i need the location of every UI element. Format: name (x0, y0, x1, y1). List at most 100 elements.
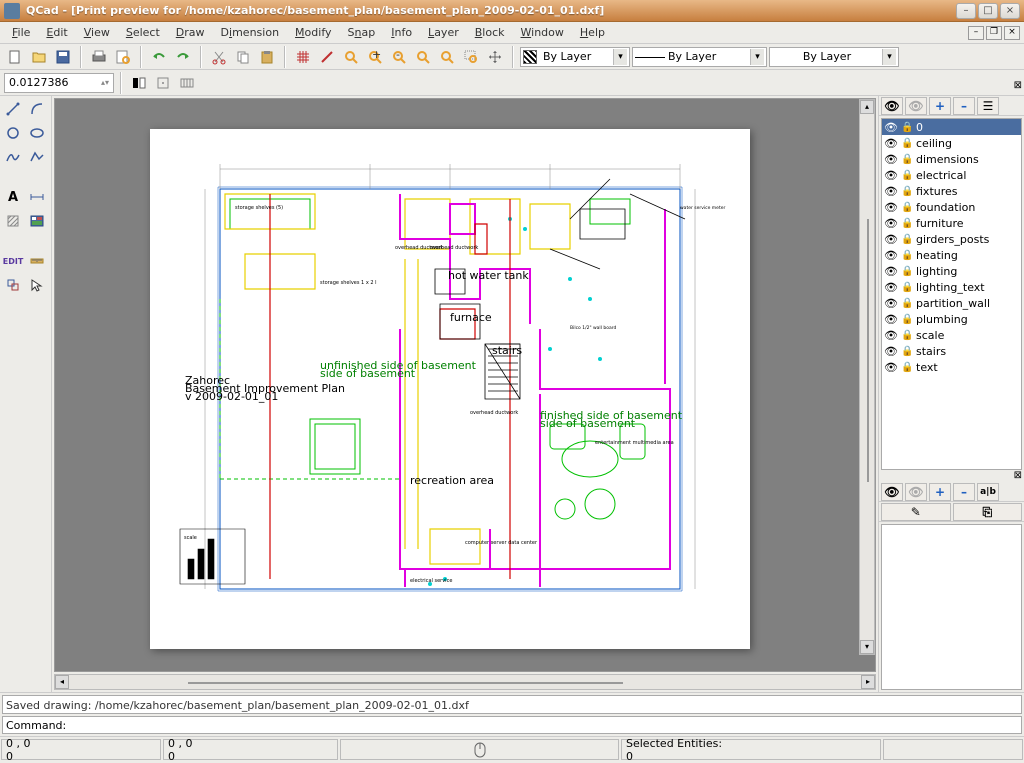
menu-modify[interactable]: Modify (287, 24, 339, 41)
open-button[interactable] (28, 46, 50, 68)
layer-item-ceiling[interactable]: 👁🔒ceiling (882, 135, 1021, 151)
linewidth-by-layer-combo[interactable]: By Layer ▾ (632, 47, 767, 67)
menu-window[interactable]: Window (513, 24, 572, 41)
redo-button[interactable] (172, 46, 194, 68)
zoom-redraw-button[interactable] (340, 46, 362, 68)
minimize-button[interactable]: – (956, 3, 976, 19)
save-button[interactable] (52, 46, 74, 68)
hatch-tool[interactable] (2, 210, 24, 232)
fit-page-button[interactable] (176, 72, 198, 94)
edit-tool[interactable]: EDIT (2, 250, 24, 272)
polyline-tool[interactable] (26, 146, 48, 168)
undo-button[interactable] (148, 46, 170, 68)
block-panel-close-icon[interactable]: ⊠ (1014, 470, 1022, 481)
layer-item-furniture[interactable]: 👁🔒furniture (882, 215, 1021, 231)
layer-panel-close-icon[interactable]: ⊠ (1014, 80, 1022, 91)
layer-item-lighting[interactable]: 👁🔒lighting (882, 263, 1021, 279)
block-edit-button[interactable]: ✎ (881, 503, 951, 521)
draft-button[interactable] (316, 46, 338, 68)
center-page-button[interactable] (152, 72, 174, 94)
menu-info[interactable]: Info (383, 24, 420, 41)
drawing-canvas[interactable]: furnace hot water tank stairs recreation… (54, 98, 876, 672)
layer-item-dimensions[interactable]: 👁🔒dimensions (882, 151, 1021, 167)
canvas-hscrollbar[interactable]: ◂ ▸ (54, 674, 876, 690)
menu-view[interactable]: View (76, 24, 118, 41)
layer-item-partition_wall[interactable]: 👁🔒partition_wall (882, 295, 1021, 311)
mdi-minimize-button[interactable]: – (968, 26, 984, 40)
print-button[interactable] (88, 46, 110, 68)
layer-remove-button[interactable]: – (953, 97, 975, 115)
menu-draw[interactable]: Draw (168, 24, 213, 41)
mdi-restore-button[interactable]: ❐ (986, 26, 1002, 40)
new-button[interactable] (4, 46, 26, 68)
bw-toggle-button[interactable] (128, 72, 150, 94)
block-remove-button[interactable]: – (953, 483, 975, 501)
block-tool[interactable] (2, 274, 24, 296)
print-preview-button[interactable] (112, 46, 134, 68)
zoom-in-button[interactable]: + (364, 46, 386, 68)
zoom-auto-button[interactable] (412, 46, 434, 68)
command-prompt-label: Command: (6, 719, 66, 732)
layer-list[interactable]: 👁🔒0 👁🔒ceiling 👁🔒dimensions 👁🔒electrical … (881, 118, 1022, 470)
mdi-close-button[interactable]: × (1004, 26, 1020, 40)
menu-layer[interactable]: Layer (420, 24, 467, 41)
layer-add-button[interactable]: + (929, 97, 951, 115)
block-hideall-button[interactable]: 👁 (905, 483, 927, 501)
paste-button[interactable] (256, 46, 278, 68)
menu-file[interactable]: File (4, 24, 38, 41)
layer-showall-button[interactable]: 👁 (881, 97, 903, 115)
block-insert-button[interactable]: ⎘ (953, 503, 1023, 521)
zoom-out-button[interactable]: - (388, 46, 410, 68)
cut-button[interactable] (208, 46, 230, 68)
layer-item-0[interactable]: 👁🔒0 (882, 119, 1021, 135)
circle-tool[interactable] (2, 122, 24, 144)
menu-dimension[interactable]: Dimension (213, 24, 288, 41)
dimension-tool[interactable] (26, 186, 48, 208)
svg-text:computer server data center: computer server data center (465, 540, 538, 546)
layer-edit-button[interactable]: ☰ (977, 97, 999, 115)
command-history: Saved drawing: /home/kzahorec/basement_p… (2, 695, 1022, 714)
layer-item-text[interactable]: 👁🔒text (882, 359, 1021, 375)
ellipse-tool[interactable] (26, 122, 48, 144)
layer-item-scale[interactable]: 👁🔒scale (882, 327, 1021, 343)
layer-hideall-button[interactable]: 👁 (905, 97, 927, 115)
command-input[interactable] (70, 719, 1018, 732)
select-tool[interactable] (26, 274, 48, 296)
text-tool[interactable]: A (2, 186, 24, 208)
menu-edit[interactable]: Edit (38, 24, 75, 41)
linetype-by-layer-combo[interactable]: By Layer ▾ (769, 47, 899, 67)
menu-snap[interactable]: Snap (340, 24, 384, 41)
block-list[interactable] (881, 524, 1022, 690)
canvas-vscrollbar[interactable]: ▴ ▾ (859, 99, 875, 655)
layer-item-electrical[interactable]: 👁🔒electrical (882, 167, 1021, 183)
close-button[interactable]: × (1000, 3, 1020, 19)
block-add-button[interactable]: + (929, 483, 951, 501)
menu-block[interactable]: Block (467, 24, 513, 41)
measure-tool[interactable] (26, 250, 48, 272)
floor-plan-drawing: furnace hot water tank stairs recreation… (170, 149, 730, 629)
menu-help[interactable]: Help (572, 24, 613, 41)
menu-select[interactable]: Select (118, 24, 168, 41)
layer-item-girders_posts[interactable]: 👁🔒girders_posts (882, 231, 1021, 247)
line-tool[interactable] (2, 98, 24, 120)
image-tool[interactable] (26, 210, 48, 232)
layer-item-foundation[interactable]: 👁🔒foundation (882, 199, 1021, 215)
zoom-window-button[interactable] (460, 46, 482, 68)
layer-item-fixtures[interactable]: 👁🔒fixtures (882, 183, 1021, 199)
grid-button[interactable] (292, 46, 314, 68)
block-rename-button[interactable]: a|b (977, 483, 999, 501)
maximize-button[interactable]: □ (978, 3, 998, 19)
layer-item-heating[interactable]: 👁🔒heating (882, 247, 1021, 263)
spline-tool[interactable] (2, 146, 24, 168)
zoom-pan-button[interactable] (484, 46, 506, 68)
copy-button[interactable] (232, 46, 254, 68)
layer-item-plumbing[interactable]: 👁🔒plumbing (882, 311, 1021, 327)
svg-text:hot water tank: hot water tank (448, 269, 529, 282)
layer-item-lighting_text[interactable]: 👁🔒lighting_text (882, 279, 1021, 295)
zoom-prev-button[interactable] (436, 46, 458, 68)
layer-item-stairs[interactable]: 👁🔒stairs (882, 343, 1021, 359)
block-showall-button[interactable]: 👁 (881, 483, 903, 501)
scale-field[interactable]: 0.0127386▴▾ (4, 73, 114, 93)
color-by-layer-combo[interactable]: By Layer ▾ (520, 47, 630, 67)
arc-tool[interactable] (26, 98, 48, 120)
